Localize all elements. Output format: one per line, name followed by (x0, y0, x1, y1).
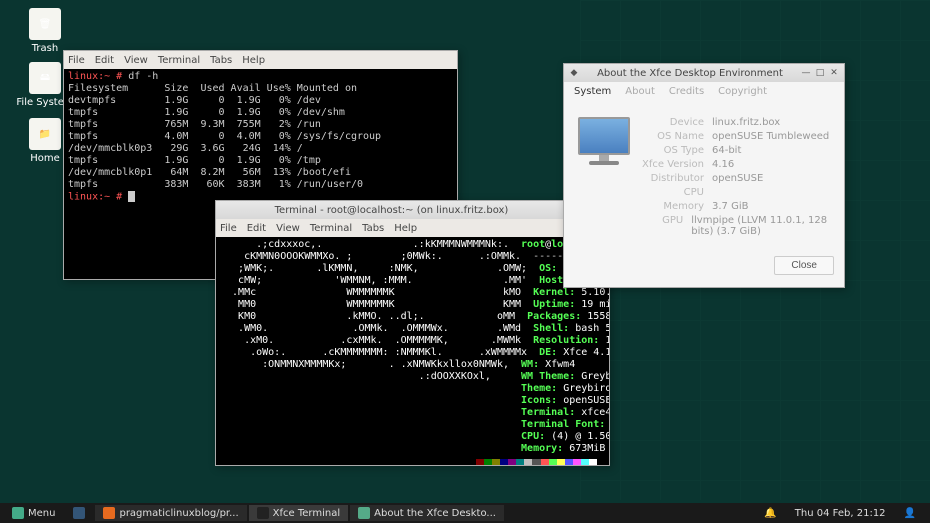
menu-help[interactable]: Help (242, 55, 265, 66)
taskbar-item-label: pragmaticlinuxblog/pr... (119, 508, 238, 519)
menu-edit[interactable]: Edit (95, 55, 114, 66)
tray-notification-icon[interactable]: 🔔 (756, 505, 784, 521)
drive-icon: 🖴 (29, 62, 61, 94)
terminal-output[interactable]: .;cdxxxoc,. .:kKMMMNWMMMNk:. root@localh… (216, 237, 609, 465)
taskbar: Menu pragmaticlinuxblog/pr... Xfce Termi… (0, 503, 930, 523)
menu-label: Menu (28, 508, 55, 519)
menu-view[interactable]: View (276, 223, 300, 234)
about-icon (358, 507, 370, 519)
taskbar-item-label: About the Xfce Deskto... (374, 508, 496, 519)
menu-terminal[interactable]: Terminal (310, 223, 352, 234)
info-key: OS Name (642, 131, 712, 142)
info-key: Device (642, 117, 712, 128)
menu-terminal[interactable]: Terminal (158, 55, 200, 66)
menu-file[interactable]: File (68, 55, 85, 66)
menubar: File Edit View Terminal Tabs Help (64, 51, 457, 69)
desktop-icon (73, 507, 85, 519)
show-desktop-button[interactable] (65, 505, 93, 521)
close-button[interactable]: ✕ (828, 67, 840, 79)
tab-credits[interactable]: Credits (669, 86, 704, 97)
info-value: 3.7 GiB (712, 201, 748, 212)
maximize-button[interactable]: □ (814, 67, 826, 79)
terminal-icon (257, 507, 269, 519)
clock[interactable]: Thu 04 Feb, 21:12 (787, 505, 894, 521)
clock-label: Thu 04 Feb, 21:12 (795, 508, 886, 519)
info-key: OS Type (642, 145, 712, 156)
menu-file[interactable]: File (220, 223, 237, 234)
tab-copyright[interactable]: Copyright (718, 86, 767, 97)
info-value: openSUSE (712, 173, 763, 184)
menu-icon (12, 507, 24, 519)
taskbar-item-about[interactable]: About the Xfce Deskto... (350, 505, 504, 521)
taskbar-item-terminal[interactable]: Xfce Terminal (249, 505, 348, 521)
menu-button[interactable]: Menu (4, 505, 63, 521)
info-key: Memory (642, 201, 712, 212)
info-value: linux.fritz.box (712, 117, 780, 128)
firefox-icon (103, 507, 115, 519)
trash-icon: 🗑 (29, 8, 61, 40)
tab-about[interactable]: About (625, 86, 655, 97)
desktop-icon-trash[interactable]: 🗑 Trash (15, 8, 75, 54)
titlebar[interactable]: Terminal - root@localhost:~ (on linux.fr… (216, 201, 609, 219)
menu-help[interactable]: Help (394, 223, 417, 234)
computer-icon (578, 117, 630, 172)
tab-bar: System About Credits Copyright (564, 82, 844, 103)
about-xfce-window[interactable]: ◆ About the Xfce Desktop Environment — □… (563, 63, 845, 288)
window-icon: ◆ (568, 67, 580, 79)
info-key: CPU (642, 187, 712, 198)
menu-view[interactable]: View (124, 55, 148, 66)
menubar: File Edit View Terminal Tabs Help (216, 219, 609, 237)
menu-edit[interactable]: Edit (247, 223, 266, 234)
titlebar[interactable]: ◆ About the Xfce Desktop Environment — □… (564, 64, 844, 82)
info-value: 64-bit (712, 145, 741, 156)
tab-system[interactable]: System (574, 86, 611, 97)
menu-tabs[interactable]: Tabs (362, 223, 384, 234)
tray-user-icon[interactable]: 👤 (896, 505, 924, 521)
folder-icon: 📁 (29, 118, 61, 150)
info-value: llvmpipe (LLVM 11.0.1, 128 bits) (3.7 Gi… (691, 215, 830, 237)
info-value: openSUSE Tumbleweed (712, 131, 829, 142)
info-key: GPU (642, 215, 691, 237)
taskbar-item-firefox[interactable]: pragmaticlinuxblog/pr... (95, 505, 246, 521)
info-key: Xfce Version (642, 159, 712, 170)
system-info-table: Devicelinux.fritz.boxOS NameopenSUSE Tum… (642, 117, 830, 240)
window-title: About the Xfce Desktop Environment (582, 68, 798, 79)
window-title: Terminal - root@localhost:~ (on linux.fr… (220, 205, 563, 216)
info-value: 4.16 (712, 159, 734, 170)
info-key: Distributor (642, 173, 712, 184)
minimize-button[interactable]: — (800, 67, 812, 79)
taskbar-item-label: Xfce Terminal (273, 508, 340, 519)
terminal-window-neofetch[interactable]: Terminal - root@localhost:~ (on linux.fr… (215, 200, 610, 466)
menu-tabs[interactable]: Tabs (210, 55, 232, 66)
close-button[interactable]: Close (774, 256, 834, 275)
